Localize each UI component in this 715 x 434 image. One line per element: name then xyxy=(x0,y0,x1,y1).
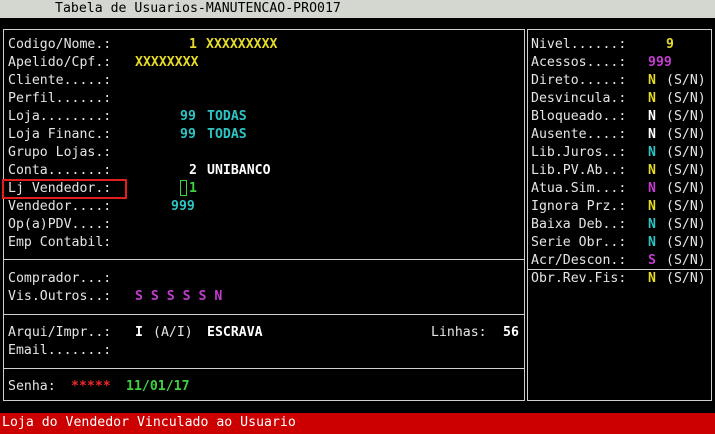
side-flag-label: Acr/Descon.: xyxy=(531,253,627,268)
conta-label: Conta.......: xyxy=(8,163,112,178)
grupo-lojas-label: Grupo Lojas.: xyxy=(8,145,112,160)
nome-field[interactable]: XXXXXXXXX xyxy=(206,36,277,54)
senha-date: 11/01/17 xyxy=(126,379,190,394)
side-flag-value[interactable]: N xyxy=(648,162,656,180)
side-flag-hint: (S/N) xyxy=(666,217,706,232)
vis-outros-label: Vis.Outros..: xyxy=(8,289,112,304)
side-flag-label: Lib.PV.Ab..: xyxy=(531,163,627,178)
linhas-label: Linhas: xyxy=(431,325,487,340)
comprador-label: Comprador...: xyxy=(8,271,112,286)
side-flag-value[interactable]: N xyxy=(648,126,656,144)
side-flag-value[interactable]: N xyxy=(648,108,656,126)
side-flag-hint: (S/N) xyxy=(666,199,706,214)
side-flag-hint: (S/N) xyxy=(666,145,706,160)
side-flag-value[interactable]: N xyxy=(648,90,656,108)
perfil-label: Perfil......: xyxy=(8,91,112,106)
loja-financ-desc: TODAS xyxy=(207,127,247,142)
apelido-label: Apelido/Cpf.: xyxy=(8,55,112,70)
status-bar: Loja do Vendedor Vinculado ao Usuario xyxy=(0,413,715,434)
side-flag-label: Obr.Rev.Fis: xyxy=(531,271,627,286)
side-flag-hint: (S/N) xyxy=(666,109,706,124)
side-flag-value[interactable]: N xyxy=(648,270,656,288)
conta-desc: UNIBANCO xyxy=(207,163,271,178)
emp-contabil-label: Emp Contabil: xyxy=(8,235,112,250)
side-flag-label: Ausente....: xyxy=(531,127,627,142)
nivel-label: Nivel......: xyxy=(531,37,627,52)
side-flag-value[interactable]: N xyxy=(648,72,656,90)
arqui-impr-hint: (A/I) xyxy=(153,325,193,340)
side-flag-value[interactable]: N xyxy=(648,216,656,234)
arqui-impr-label: Arqui/Impr..: xyxy=(8,325,112,340)
vendedor-label: Vendedor....: xyxy=(8,199,112,214)
divider xyxy=(3,259,524,260)
divider xyxy=(3,368,524,369)
op-pdv-label: Op(a)PDV....: xyxy=(8,217,112,232)
side-flag-label: Atua.Sim...: xyxy=(531,181,627,196)
loja-label: Loja........: xyxy=(8,109,112,124)
side-flag-label: Lib.Juros..: xyxy=(531,145,627,160)
side-flag-value[interactable]: N xyxy=(648,180,656,198)
side-flag-label: Baixa Deb..: xyxy=(531,217,627,232)
side-flag-label: Desvincula.: xyxy=(531,91,627,106)
lj-vendedor-field[interactable]: 1 xyxy=(189,180,197,198)
vendedor-field[interactable]: 999 xyxy=(171,198,195,216)
acessos-field[interactable]: 999 xyxy=(648,54,672,72)
window-title: Tabela de Usuarios-MANUTENCAO-PRO017 xyxy=(55,1,341,16)
status-message: Loja do Vendedor Vinculado ao Usuario xyxy=(2,415,296,430)
loja-field[interactable]: 99 xyxy=(180,108,196,126)
codigo-field[interactable]: 1 xyxy=(189,36,197,54)
side-flag-hint: (S/N) xyxy=(666,163,706,178)
side-flag-hint: (S/N) xyxy=(666,235,706,250)
senha-label: Senha: xyxy=(8,379,56,394)
side-flag-hint: (S/N) xyxy=(666,181,706,196)
side-flag-label: Direto.....: xyxy=(531,73,627,88)
apelido-field[interactable]: XXXXXXXX xyxy=(135,54,199,72)
side-flag-label: Bloqueado..: xyxy=(531,109,627,124)
linhas-field[interactable]: 56 xyxy=(503,324,519,342)
side-flag-hint: (S/N) xyxy=(666,271,706,286)
side-flag-value[interactable]: S xyxy=(648,252,656,270)
side-flag-hint: (S/N) xyxy=(666,91,706,106)
side-flag-value[interactable]: N xyxy=(648,198,656,216)
side-flag-hint: (S/N) xyxy=(666,253,706,268)
vis-outros-field[interactable]: S S S S S N xyxy=(135,288,222,306)
loja-financ-field[interactable]: 99 xyxy=(180,126,196,144)
side-flag-value[interactable]: N xyxy=(648,234,656,252)
side-flag-value[interactable]: N xyxy=(648,144,656,162)
cliente-label: Cliente.....: xyxy=(8,73,112,88)
conta-field[interactable]: 2 xyxy=(189,162,197,180)
senha-field[interactable]: ***** xyxy=(71,378,111,396)
loja-desc: TODAS xyxy=(207,109,247,124)
title-bar: Tabela de Usuarios-MANUTENCAO-PRO017 xyxy=(0,0,715,18)
divider xyxy=(3,314,524,315)
codigo-label: Codigo/Nome.: xyxy=(8,37,112,52)
side-flag-hint: (S/N) xyxy=(666,127,706,142)
text-cursor xyxy=(180,180,187,196)
email-label: Email.......: xyxy=(8,343,112,358)
arqui-impr-field[interactable]: I xyxy=(135,324,143,342)
lj-vendedor-label: Lj Vendedor.: xyxy=(8,181,112,196)
side-flag-label: Ignora Prz.: xyxy=(531,199,627,214)
acessos-label: Acessos....: xyxy=(531,55,627,70)
side-flag-hint: (S/N) xyxy=(666,73,706,88)
loja-financ-label: Loja Financ.: xyxy=(8,127,112,142)
arqui-impr-desc: ESCRAVA xyxy=(207,325,263,340)
side-flag-label: Serie Obr..: xyxy=(531,235,627,250)
nivel-field[interactable]: 9 xyxy=(666,36,674,54)
